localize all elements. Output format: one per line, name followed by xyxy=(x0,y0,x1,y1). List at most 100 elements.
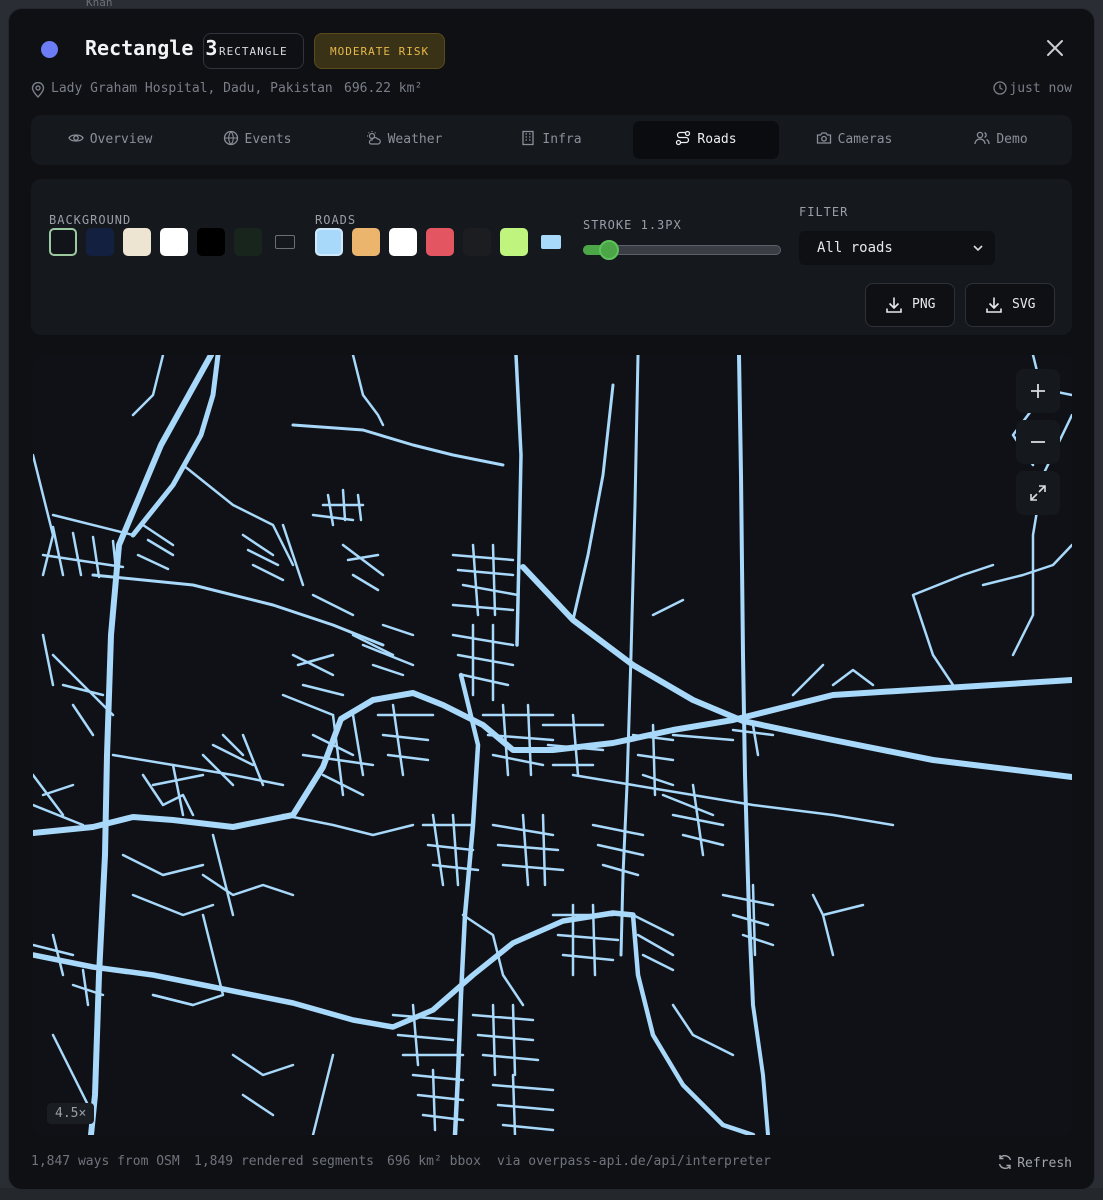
bbox-area: 696 km² bbox xyxy=(387,1154,481,1169)
close-button[interactable] xyxy=(1040,33,1070,63)
background-label: BACKGROUND xyxy=(49,213,132,227)
fullscreen-button[interactable] xyxy=(1016,471,1060,515)
road-swatch[interactable] xyxy=(352,228,380,256)
last-updated: just now xyxy=(993,81,1072,96)
tab-roads[interactable]: Roads xyxy=(633,121,779,159)
region-title: Rectangle 3 xyxy=(85,36,218,60)
road-minor xyxy=(491,1073,555,1135)
data-source: via overpass-api.de/api/interpreter xyxy=(497,1154,771,1169)
ways-count: 1,847 ways from OSM xyxy=(31,1154,180,1169)
filter-value: All roads xyxy=(817,240,893,256)
tab-demo[interactable]: Demo xyxy=(936,121,1066,159)
background-swatch[interactable] xyxy=(234,228,262,256)
road-major xyxy=(33,910,636,1030)
road-secondary xyxy=(651,598,875,697)
roads-label: ROADS xyxy=(315,213,357,227)
download-svg-button[interactable]: SVG xyxy=(965,283,1055,327)
road-minor xyxy=(351,623,415,677)
road-minor xyxy=(231,1053,295,1117)
roads-style-panel: BACKGROUND ROADS STROKE 1.3PX FILTER All… xyxy=(31,179,1072,335)
road-major xyxy=(130,355,221,538)
road-map[interactable]: 4.5× xyxy=(33,355,1072,1135)
refresh-button[interactable]: Refresh xyxy=(997,1154,1072,1171)
road-secondary xyxy=(181,463,295,567)
road-secondary xyxy=(571,383,615,622)
tab-label: Infra xyxy=(542,132,582,147)
road-secondary xyxy=(351,355,385,427)
tab-label: Cameras xyxy=(837,132,893,147)
road-secondary xyxy=(811,893,865,957)
location-row: Lady Graham Hospital, Dadu, Pakistan 696… xyxy=(31,81,1072,101)
close-icon xyxy=(1047,40,1063,56)
road-minor xyxy=(241,523,305,587)
zoom-out-button[interactable] xyxy=(1016,420,1060,464)
download-icon xyxy=(886,297,902,313)
tab-events[interactable]: Events xyxy=(192,121,322,159)
road-minor xyxy=(136,523,175,571)
road-secondary xyxy=(571,773,895,827)
road-swatch[interactable] xyxy=(500,228,528,256)
region-detail-modal: Rectangle 3 RECTANGLE MODERATE RISK Lady… xyxy=(8,8,1095,1190)
stroke-value: 1.3PX xyxy=(640,218,682,232)
road-minor xyxy=(551,903,620,977)
road-minor xyxy=(281,813,415,837)
road-major xyxy=(452,672,481,1135)
tab-bar: Overview Events Weather Infra Roads Came… xyxy=(31,115,1072,165)
users-icon xyxy=(974,131,990,145)
road-secondary xyxy=(311,1053,335,1135)
road-filter-select[interactable]: All roads xyxy=(799,231,995,265)
background-swatch[interactable] xyxy=(197,228,225,256)
minus-icon xyxy=(1031,441,1045,443)
shape-type-badge: RECTANGLE xyxy=(203,33,304,69)
stroke-slider-thumb[interactable] xyxy=(598,240,619,260)
tab-weather[interactable]: Weather xyxy=(339,121,469,159)
chevron-down-icon xyxy=(973,245,983,252)
location-name: Lady Graham Hospital, Dadu, Pakistan xyxy=(51,81,333,96)
sun-cloud-icon xyxy=(366,131,381,145)
road-minor xyxy=(33,773,85,827)
building-icon xyxy=(522,130,535,146)
download-png-button[interactable]: PNG xyxy=(865,283,955,327)
download-icon xyxy=(986,297,1002,313)
tab-cameras[interactable]: Cameras xyxy=(789,121,919,159)
tab-overview[interactable]: Overview xyxy=(45,121,175,159)
tab-infra[interactable]: Infra xyxy=(486,121,616,159)
tab-label: Events xyxy=(244,132,292,147)
road-swatch[interactable] xyxy=(541,235,561,249)
png-label: PNG xyxy=(912,297,936,312)
tab-label: Weather xyxy=(387,132,443,147)
background-swatch[interactable] xyxy=(86,228,114,256)
region-area: 696.22 km² xyxy=(344,81,423,96)
refresh-icon xyxy=(999,1154,1012,1170)
stroke-label: STROKE 1.3PX xyxy=(583,218,682,232)
road-minor xyxy=(451,623,515,702)
road-swatch[interactable] xyxy=(389,228,417,256)
road-minor xyxy=(481,703,555,777)
road-major xyxy=(737,355,770,1135)
globe-icon xyxy=(223,130,238,146)
road-swatch[interactable] xyxy=(315,228,343,256)
stroke-label-text: STROKE xyxy=(583,218,633,232)
road-minor xyxy=(281,653,345,717)
zoom-in-button[interactable] xyxy=(1016,369,1060,413)
background-swatch[interactable] xyxy=(160,228,188,256)
road-secondary xyxy=(131,355,165,417)
background-swatch[interactable] xyxy=(49,228,77,256)
road-minor xyxy=(121,853,215,917)
modal-header: Rectangle 3 RECTANGLE MODERATE RISK xyxy=(31,31,1072,75)
background-swatch[interactable] xyxy=(123,228,151,256)
road-swatch[interactable] xyxy=(426,228,454,256)
road-swatch[interactable] xyxy=(463,228,491,256)
filter-label: FILTER xyxy=(799,205,849,219)
map-pin-icon xyxy=(31,82,45,98)
eye-icon xyxy=(67,134,84,142)
background-swatch[interactable] xyxy=(275,235,295,249)
road-minor xyxy=(311,488,365,527)
road-secondary xyxy=(291,423,505,467)
road-secondary xyxy=(911,543,1072,687)
road-network xyxy=(33,355,1072,1135)
road-secondary xyxy=(514,355,523,647)
road-minor xyxy=(141,763,205,817)
tab-label: Roads xyxy=(697,132,737,147)
tab-label: Demo xyxy=(996,132,1028,147)
